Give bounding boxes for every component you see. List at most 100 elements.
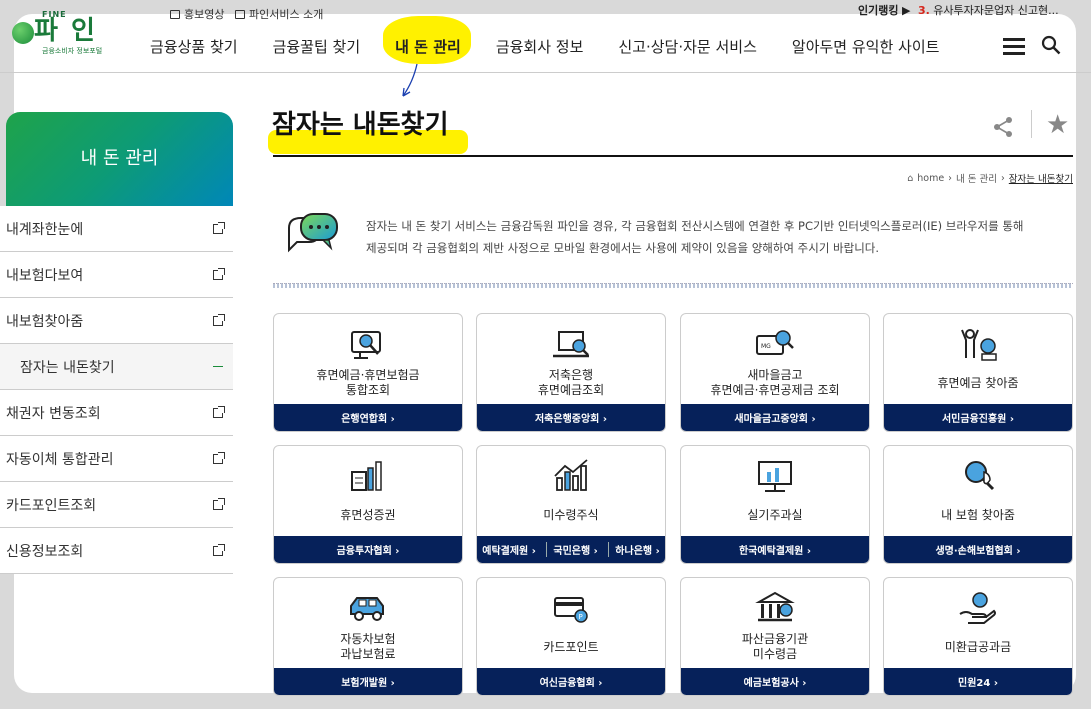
sidebar-item-credit-info[interactable]: 신용정보조회	[0, 528, 233, 574]
sidebar-item-creditor-change[interactable]: 채권자 변동조회	[0, 390, 233, 436]
breadcrumb-section[interactable]: 내 돈 관리	[956, 171, 997, 185]
sidebar-item-my-account[interactable]: 내계좌한눈에	[0, 206, 233, 252]
laptop-search-icon	[553, 331, 589, 358]
nav-item-companies[interactable]: 금융회사 정보	[496, 36, 584, 60]
sidebar-item-my-insurance[interactable]: 내보험다보여	[0, 252, 233, 298]
service-card[interactable]: MG 새마을금고 휴면예금·휴면공제금 조회 새마을금고중앙회 ›	[680, 313, 870, 432]
service-card-link[interactable]: 금융투자협회 ›	[337, 542, 400, 557]
service-card-button-bar: 예금보험공사 ›	[681, 668, 869, 695]
rank-label: 인기랭킹	[858, 4, 899, 17]
service-card-link[interactable]: 예탁결제원 ›	[482, 542, 536, 557]
service-card-link[interactable]: 서민금융진흥원 ›	[942, 410, 1014, 425]
service-card-title-line: 새마을금고	[747, 368, 803, 382]
service-card-title-line: 미수령주식	[543, 508, 599, 522]
share-icon[interactable]	[992, 116, 1014, 138]
star-icon[interactable]: ★	[1046, 112, 1072, 138]
hand-coin-icon	[959, 592, 996, 624]
service-card[interactable]: 내 보험 찾아줌생명·손해보험협회 ›	[883, 445, 1073, 564]
people-coin-icon	[961, 329, 997, 361]
service-card-link[interactable]: 저축은행중앙회 ›	[535, 410, 607, 425]
service-card-title-line: 파산금융기관	[741, 632, 809, 646]
popular-rank[interactable]: 인기랭킹 ▶ 3. 유사투자자문업자 신고현...	[858, 2, 1059, 18]
logo-subtitle: 금융소비자 정보포털	[42, 47, 103, 55]
service-card-link[interactable]: 보험개발원 ›	[341, 674, 395, 689]
sidebar-item-dormant-money[interactable]: 잠자는 내돈찾기	[0, 344, 233, 390]
sidebar-item-label: 내보험다보여	[6, 267, 84, 284]
service-card-link[interactable]: 은행연합회 ›	[341, 410, 395, 425]
sidebar-item-label: 내보험찾아줌	[6, 313, 84, 330]
service-card[interactable]: 휴면예금·휴면보험금 통합조회은행연합회 ›	[273, 313, 463, 432]
service-card-title-line: 통합조회	[345, 383, 391, 397]
svg-text:MG: MG	[761, 343, 771, 350]
external-link-icon	[213, 221, 225, 234]
service-card-title-line: 실기주과실	[747, 508, 803, 522]
service-card-title: 휴면예금·휴면보험금 통합조회	[274, 368, 462, 398]
nav-item-my-money[interactable]: 내 돈 관리	[383, 16, 471, 64]
service-card-link[interactable]: 생명·손해보험협회 ›	[935, 542, 1020, 557]
external-link-icon	[213, 313, 225, 326]
service-card-link[interactable]: 민원24 ›	[958, 674, 998, 689]
title-separator	[1031, 110, 1032, 138]
service-card-link[interactable]: 여신금융협회 ›	[540, 674, 603, 689]
service-intro-link[interactable]: 파인서비스 소개	[235, 6, 323, 22]
service-card-button-bar: 금융투자협회 ›	[274, 536, 462, 563]
service-card-link[interactable]: 예금보험공사 ›	[744, 674, 807, 689]
nav-divider	[0, 72, 1091, 73]
nav-item-products[interactable]: 금융상품 찾기	[150, 36, 238, 60]
service-card-button-bar: 한국예탁결제원 ›	[681, 536, 869, 563]
service-card[interactable]: P 카드포인트 여신금융협회 ›	[476, 577, 666, 696]
service-card[interactable]: 미수령주식예탁결제원 › 국민은행 › 하나은행 ›	[476, 445, 666, 564]
nav-item-tips[interactable]: 금융꿀팁 찾기	[273, 36, 361, 60]
breadcrumb-home[interactable]: home	[917, 173, 944, 184]
service-card-link[interactable]: 국민은행 ›	[546, 542, 598, 557]
rank-number: 3.	[917, 4, 930, 17]
service-card-title: 저축은행 휴면예금조회	[477, 368, 665, 398]
service-card-title-line: 내 보험 찾아줌	[941, 508, 1015, 522]
service-card-title-line: 미환급공과금	[944, 640, 1012, 654]
minus-icon	[213, 365, 223, 368]
sidebar-item-find-insurance[interactable]: 내보험찾아줌	[0, 298, 233, 344]
nav-item-sites[interactable]: 알아두면 유익한 사이트	[792, 36, 940, 60]
chat-bubble-icon	[288, 213, 338, 253]
service-card[interactable]: 미환급공과금민원24 ›	[883, 577, 1073, 696]
nav-item-report[interactable]: 신고·상담·자문 서비스	[618, 36, 757, 60]
service-card[interactable]: 휴면예금 찾아줌 서민금융진흥원 ›	[883, 313, 1073, 432]
sidebar-item-card-points[interactable]: 카드포인트조회	[0, 482, 233, 528]
service-card-link[interactable]: 새마을금고중앙회 ›	[734, 410, 815, 425]
service-card-button-bar: 예탁결제원 › 국민은행 › 하나은행 ›	[477, 536, 665, 563]
search-icon[interactable]	[1041, 35, 1061, 55]
breadcrumb-current[interactable]: 잠자는 내돈찾기	[1009, 171, 1073, 185]
service-card-link[interactable]: 한국예탁결제원 ›	[739, 542, 811, 557]
sidebar-item-label: 자동이체 통합관리	[6, 451, 114, 468]
title-underline	[273, 155, 1073, 157]
service-card-title: 미수령주식	[477, 508, 665, 523]
page-title: 잠자는 내돈찾기	[272, 110, 449, 140]
sidebar-item-label: 내계좌한눈에	[6, 221, 84, 238]
service-card-title-line: 카드포인트	[543, 640, 599, 654]
service-card-title-line: 휴면성증권	[340, 508, 396, 522]
service-card[interactable]: 저축은행 휴면예금조회저축은행중앙회 ›	[476, 313, 666, 432]
service-card-title-line: 저축은행	[548, 368, 594, 382]
card-search-icon: MG	[756, 330, 794, 355]
promo-video-link[interactable]: 홍보영상	[170, 6, 224, 22]
service-card-link[interactable]: 하나은행 ›	[608, 542, 660, 557]
sidebar-item-auto-transfer[interactable]: 자동이체 통합관리	[0, 436, 233, 482]
service-card[interactable]: 실기주과실한국예탁결제원 ›	[680, 445, 870, 564]
service-card[interactable]: 파산금융기관 미수령금 예금보험공사 ›	[680, 577, 870, 696]
car-icon	[350, 597, 384, 621]
main-nav: 금융상품 찾기 금융꿀팁 찾기 내 돈 관리 금융회사 정보 신고·상담·자문 …	[150, 16, 940, 64]
logo-ball-icon	[12, 22, 34, 44]
service-card[interactable]: 자동차보험 과납보험료 보험개발원 ›	[273, 577, 463, 696]
service-card-button-bar: 은행연합회 ›	[274, 404, 462, 431]
service-card-title-line: 휴면예금조회	[537, 383, 605, 397]
logo[interactable]: FINE 파 인 금융소비자 정보포털	[12, 10, 112, 58]
board-chart-icon	[758, 461, 792, 492]
sidebar-item-label: 신용정보조회	[6, 543, 84, 560]
service-card[interactable]: 휴면성증권금융투자협회 ›	[273, 445, 463, 564]
intro-text: 잠자는 내 돈 찾기 서비스는 금융감독원 파인을 경유, 각 금융협회 전산시…	[366, 215, 1046, 259]
home-icon[interactable]: ⌂	[907, 173, 913, 184]
bank-icon	[755, 591, 795, 622]
monitor-search-icon	[351, 331, 381, 359]
video-icon	[170, 9, 180, 19]
menu-icon[interactable]	[1003, 38, 1025, 55]
